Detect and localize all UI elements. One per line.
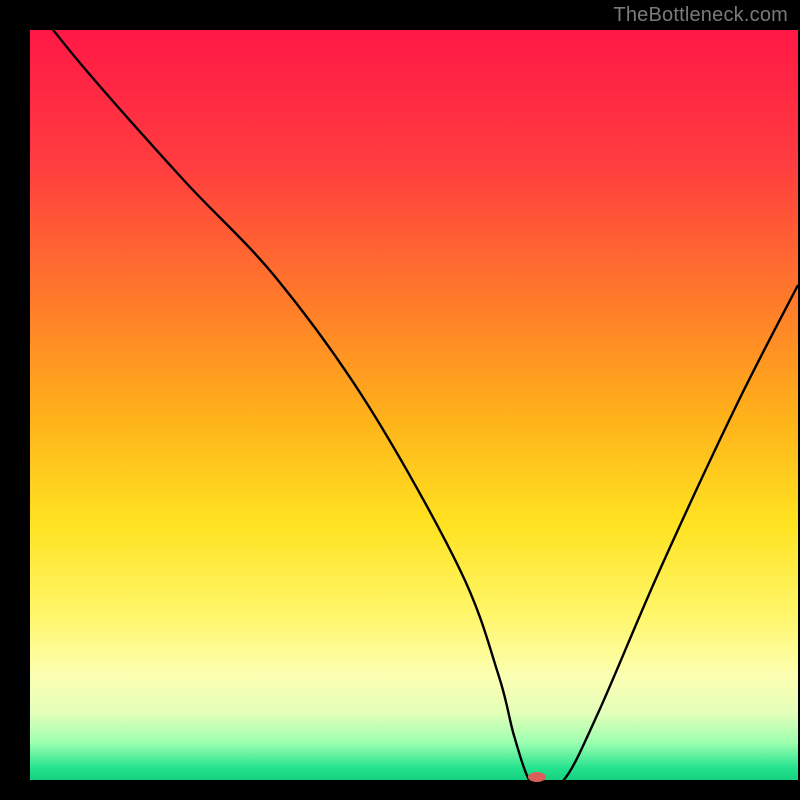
- attribution-text: TheBottleneck.com: [613, 4, 788, 27]
- chart-container: { "attribution": "TheBottleneck.com", "c…: [0, 0, 800, 800]
- bottleneck-chart: [0, 0, 800, 800]
- optimal-point-marker: [528, 772, 546, 782]
- plot-background: [30, 30, 798, 780]
